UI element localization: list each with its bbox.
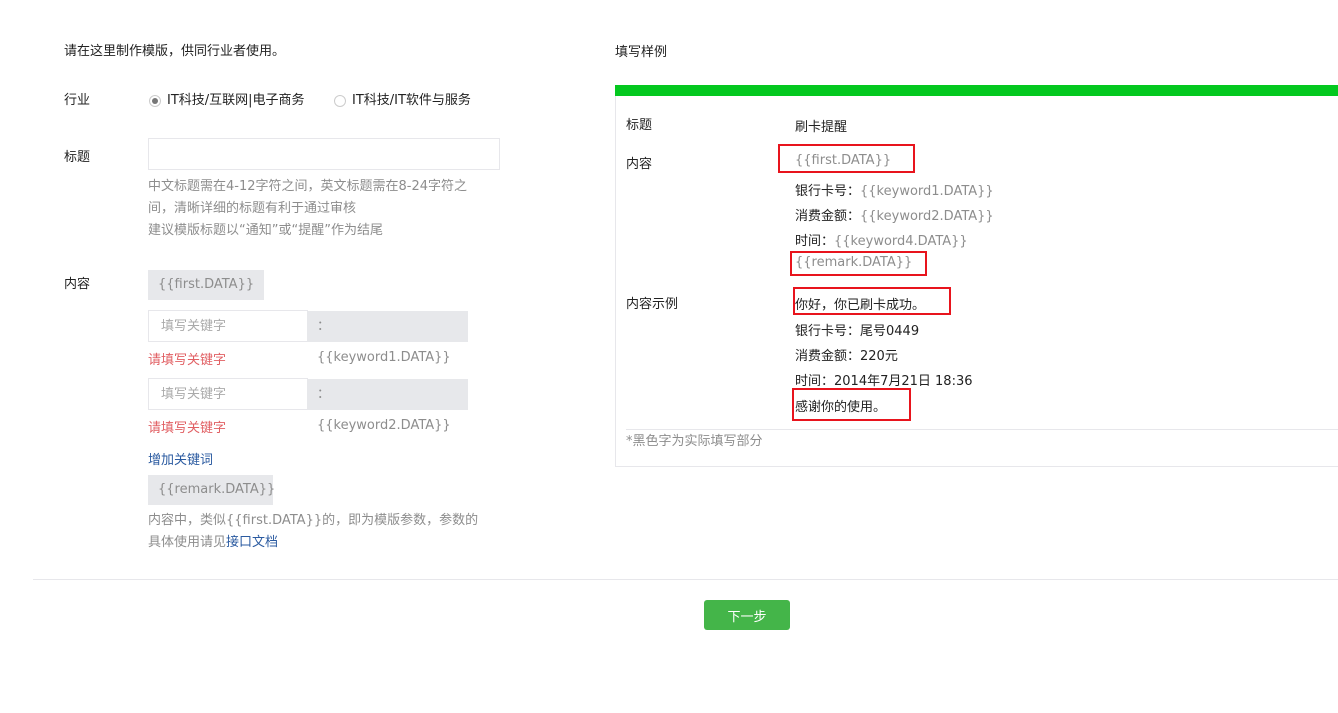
next-step-button[interactable]: 下一步 (704, 600, 790, 630)
keyword2-param: ：{{keyword2.DATA}} (307, 379, 468, 433)
title-input[interactable] (148, 138, 500, 170)
line-value: {{keyword4.DATA}} (834, 234, 968, 249)
title-hint: 中文标题需在4-12字符之间，英文标题需在8-24字符之 间，清晰详细的标题有利… (148, 176, 467, 242)
sample-line: 银行卡号：尾号0449 (795, 324, 920, 339)
hint-line: 建议模版标题以“通知”或“提醒”作为结尾 (148, 223, 383, 238)
example-line: 银行卡号：{{keyword1.DATA}} (795, 180, 994, 199)
keyword1-param: ：{{keyword1.DATA}} (307, 311, 468, 365)
content-label: 内容 (64, 277, 91, 292)
example-footnote: *黑色字为实际填写部分 (626, 434, 763, 449)
hint-line: 间，清晰详细的标题有利于通过审核 (148, 201, 357, 216)
remark-param-tag: {{remark.DATA}} (148, 475, 275, 505)
line-key: 银行卡号： (795, 184, 861, 199)
divider (33, 579, 1338, 580)
sample-line: 时间：2014年7月21日 18:36 (795, 374, 973, 389)
highlight-box (793, 287, 951, 315)
sample-line: 消费金额：220元 (795, 349, 898, 364)
example-line: 消费金额：{{keyword2.DATA}} (795, 205, 994, 224)
line-value: {{keyword1.DATA}} (860, 184, 994, 199)
first-param-tag: {{first.DATA}} (148, 270, 265, 300)
keyword2-error: 请填写关键字 (148, 421, 227, 436)
line-key: 时间： (795, 234, 835, 249)
title-label: 标题 (64, 150, 91, 165)
example-card (615, 85, 1338, 467)
example-title-value: 刷卡提醒 (795, 120, 848, 135)
example-sample-label: 内容示例 (626, 297, 679, 312)
content-note: 内容中，类似{{first.DATA}}的，即为模版参数，参数的 具体使用请见接… (148, 510, 478, 554)
industry-label: 行业 (64, 93, 91, 108)
highlight-box (792, 388, 911, 421)
example-heading: 填写样例 (615, 45, 668, 60)
highlight-box (778, 144, 915, 173)
option-label: IT科技/互联网|电子商务 (167, 93, 305, 108)
divider (626, 429, 1338, 430)
radio-icon[interactable] (334, 94, 346, 107)
example-content-label: 内容 (626, 157, 653, 172)
radio-selected-icon[interactable] (149, 94, 161, 107)
highlight-box (790, 251, 927, 276)
line-value: {{keyword2.DATA}} (860, 209, 994, 224)
hint-line: 中文标题需在4-12字符之间，英文标题需在8-24字符之 (148, 179, 468, 194)
example-card-bar (615, 85, 1338, 96)
industry-option-1[interactable]: IT科技/互联网|电子商务 (149, 89, 305, 108)
api-doc-link[interactable]: 接口文档 (226, 535, 278, 550)
keyword1-error: 请填写关键字 (148, 353, 227, 368)
keyword1-input[interactable] (148, 310, 308, 342)
option-label: IT科技/IT软件与服务 (352, 93, 471, 108)
example-line: 时间：{{keyword4.DATA}} (795, 230, 968, 249)
line-key: 消费金额： (795, 209, 861, 224)
keyword2-input[interactable] (148, 378, 308, 410)
example-title-label: 标题 (626, 118, 653, 133)
note-line: 具体使用请见 (148, 535, 227, 550)
add-keyword-link[interactable]: 增加关键词 (148, 449, 213, 468)
note-line: 内容中，类似{{first.DATA}}的，即为模版参数，参数的 (148, 513, 479, 528)
intro-text: 请在这里制作模版，供同行业者使用。 (64, 44, 286, 59)
industry-option-2[interactable]: IT科技/IT软件与服务 (334, 89, 471, 108)
